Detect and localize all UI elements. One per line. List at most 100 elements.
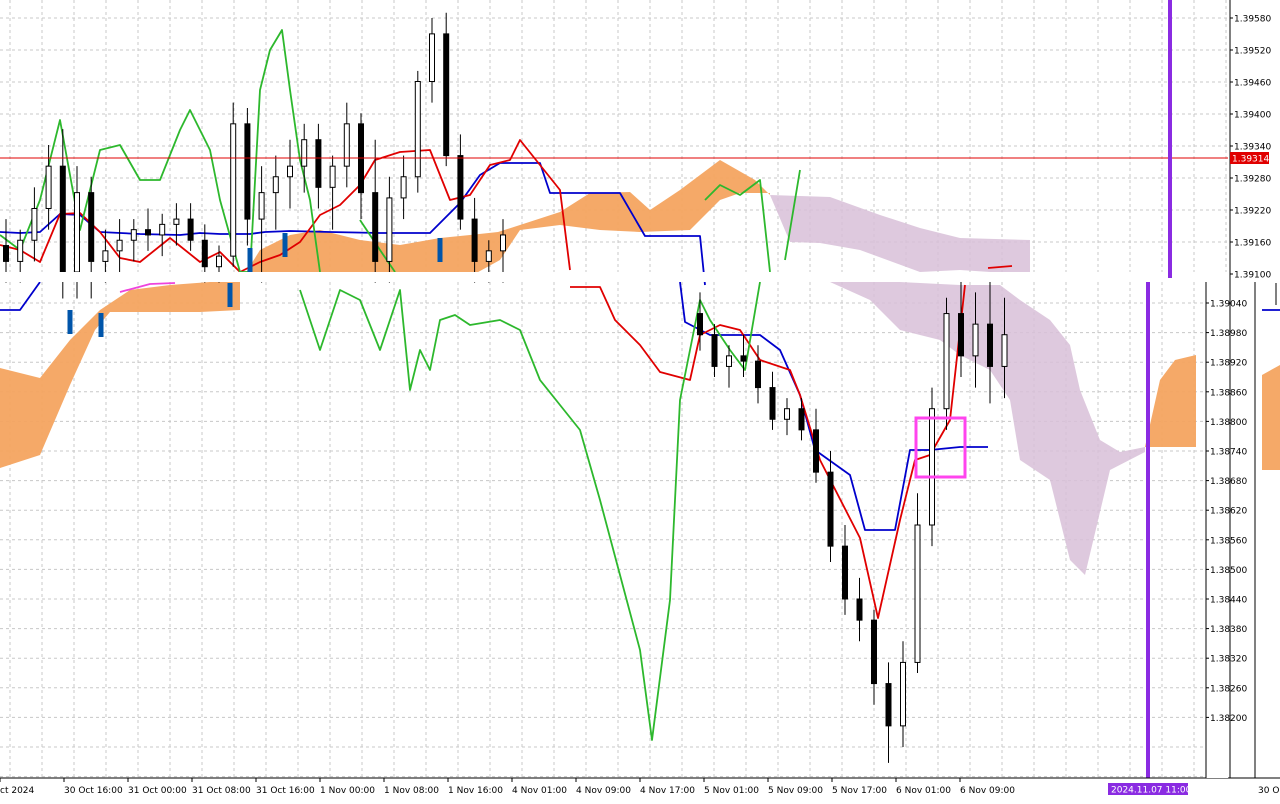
candle-body[interactable] bbox=[230, 123, 237, 257]
x-tick-label: 5 Nov 01:00 bbox=[704, 786, 759, 796]
y-tick-label: 1.38860 bbox=[1210, 388, 1247, 398]
candle-body[interactable] bbox=[329, 165, 336, 188]
candle-body[interactable] bbox=[3, 245, 9, 262]
candle-body[interactable] bbox=[471, 218, 478, 262]
candle-body[interactable] bbox=[871, 619, 877, 685]
x-tick-label: 1 Nov 16:00 bbox=[448, 786, 503, 796]
candle-body[interactable] bbox=[130, 229, 137, 241]
y-tick-label: 1.39460 bbox=[1234, 79, 1271, 89]
candle-body[interactable] bbox=[842, 545, 848, 600]
y-tick-label: 1.38680 bbox=[1210, 477, 1247, 487]
candle-body[interactable] bbox=[929, 408, 935, 526]
candle-body[interactable] bbox=[943, 313, 950, 410]
candle-body[interactable] bbox=[244, 123, 251, 220]
y-tick-label: 1.39400 bbox=[1234, 111, 1271, 121]
candle-body[interactable] bbox=[187, 218, 194, 241]
candle-body[interactable] bbox=[697, 313, 703, 336]
y-tick-label: 1.38500 bbox=[1210, 566, 1247, 576]
candle-body[interactable] bbox=[784, 408, 790, 420]
x-tick-label: 4 Nov 09:00 bbox=[576, 786, 631, 796]
candle-body[interactable] bbox=[287, 165, 293, 178]
candle-highlight[interactable] bbox=[247, 248, 253, 272]
candle-highlight[interactable] bbox=[67, 310, 73, 334]
y-tick-label: 1.38620 bbox=[1210, 507, 1247, 517]
y-tick-label: 1.39040 bbox=[1210, 300, 1247, 310]
candle-body[interactable] bbox=[740, 355, 747, 362]
y-tick-label: 1.39100 bbox=[1234, 271, 1271, 281]
candle-body[interactable] bbox=[31, 208, 38, 241]
candle-body[interactable] bbox=[301, 139, 308, 167]
ichimoku-chart[interactable]: 1.39580 1.39520 1.39460 1.39400 1.39340 1.392… bbox=[0, 0, 1280, 800]
candle-body[interactable] bbox=[798, 408, 805, 431]
candle-body[interactable] bbox=[258, 192, 265, 220]
candle-body[interactable] bbox=[74, 192, 80, 273]
candle-body[interactable] bbox=[414, 81, 421, 178]
candle-body[interactable] bbox=[88, 192, 95, 262]
candle-body[interactable] bbox=[145, 229, 151, 236]
candle-body[interactable] bbox=[102, 250, 109, 262]
x-tick-label: 31 Oct 00:00 bbox=[128, 786, 187, 796]
x-tick-label: 6 Nov 09:00 bbox=[960, 786, 1015, 796]
candle-highlight[interactable] bbox=[437, 238, 443, 262]
right-panel-x-label: 30 O bbox=[1258, 786, 1279, 796]
candle-body[interactable] bbox=[386, 197, 393, 262]
candle-body[interactable] bbox=[429, 33, 435, 82]
vline-date-label: 2024.11.07 11:00 bbox=[1111, 786, 1192, 796]
candle-body[interactable] bbox=[400, 176, 407, 199]
candle-body[interactable] bbox=[45, 165, 52, 210]
candle-body[interactable] bbox=[711, 334, 718, 367]
y-tick-label: 1.38980 bbox=[1210, 329, 1247, 339]
candle-body[interactable] bbox=[443, 33, 450, 157]
candle-body[interactable] bbox=[159, 223, 166, 236]
candle-highlight[interactable] bbox=[227, 283, 233, 307]
current-price-label: 1.39314 bbox=[1232, 155, 1269, 165]
candle-body[interactable] bbox=[372, 192, 379, 262]
x-tick-label: 1 Nov 00:00 bbox=[320, 786, 375, 796]
candle-body[interactable] bbox=[457, 155, 464, 220]
x-tick-label: 31 Oct 16:00 bbox=[256, 786, 315, 796]
candle-body[interactable] bbox=[201, 239, 208, 268]
candle-body[interactable] bbox=[216, 255, 222, 268]
y-tick-label: 1.38440 bbox=[1210, 596, 1247, 606]
y-tick-label: 1.39280 bbox=[1234, 175, 1271, 185]
candle-body[interactable] bbox=[885, 683, 892, 727]
x-tick-label: ct 2024 bbox=[0, 786, 35, 796]
candle-body[interactable] bbox=[972, 323, 979, 357]
candle-body[interactable] bbox=[272, 176, 279, 194]
candle-body[interactable] bbox=[17, 239, 24, 262]
y-tick-label: 1.39580 bbox=[1234, 15, 1271, 25]
candle-body[interactable] bbox=[827, 471, 834, 547]
candle-body[interactable] bbox=[813, 429, 819, 473]
candle-body[interactable] bbox=[769, 387, 776, 420]
y-tick-label: 1.38320 bbox=[1210, 655, 1247, 665]
y-tick-label: 1.39520 bbox=[1234, 47, 1271, 57]
x-tick-label: 5 Nov 09:00 bbox=[768, 786, 823, 796]
x-tick-label: 1 Nov 08:00 bbox=[384, 786, 439, 796]
candle-highlight[interactable] bbox=[282, 233, 288, 257]
candle-body[interactable] bbox=[1001, 334, 1008, 367]
candle-body[interactable] bbox=[914, 524, 921, 663]
segment-gap bbox=[0, 272, 1228, 282]
y-tick-label: 1.39340 bbox=[1234, 143, 1271, 153]
candle-highlight[interactable] bbox=[98, 313, 104, 337]
y-tick-label: 1.38740 bbox=[1210, 448, 1247, 458]
candle-body[interactable] bbox=[900, 661, 906, 727]
x-tick-label: 4 Nov 01:00 bbox=[512, 786, 567, 796]
candle-body[interactable] bbox=[59, 165, 66, 273]
chart-background bbox=[0, 0, 1280, 800]
candle-body[interactable] bbox=[116, 239, 123, 252]
kumo-up-right-panel bbox=[1262, 365, 1280, 470]
candle-body[interactable] bbox=[315, 139, 322, 188]
candle-body[interactable] bbox=[987, 323, 993, 367]
candle-body[interactable] bbox=[500, 234, 506, 252]
candle-body[interactable] bbox=[726, 355, 732, 367]
candle-body[interactable] bbox=[343, 123, 350, 167]
candle-body[interactable] bbox=[755, 360, 761, 389]
candle-body[interactable] bbox=[173, 218, 180, 225]
candle-body[interactable] bbox=[856, 598, 863, 621]
y-tick-label: 1.38800 bbox=[1210, 418, 1247, 428]
chart-canvas[interactable]: 1.39580 1.39520 1.39460 1.39400 1.39340 1.392… bbox=[0, 0, 1280, 800]
axis-gap bbox=[1206, 282, 1228, 778]
candle-body[interactable] bbox=[485, 250, 492, 262]
candle-body[interactable] bbox=[958, 313, 964, 357]
